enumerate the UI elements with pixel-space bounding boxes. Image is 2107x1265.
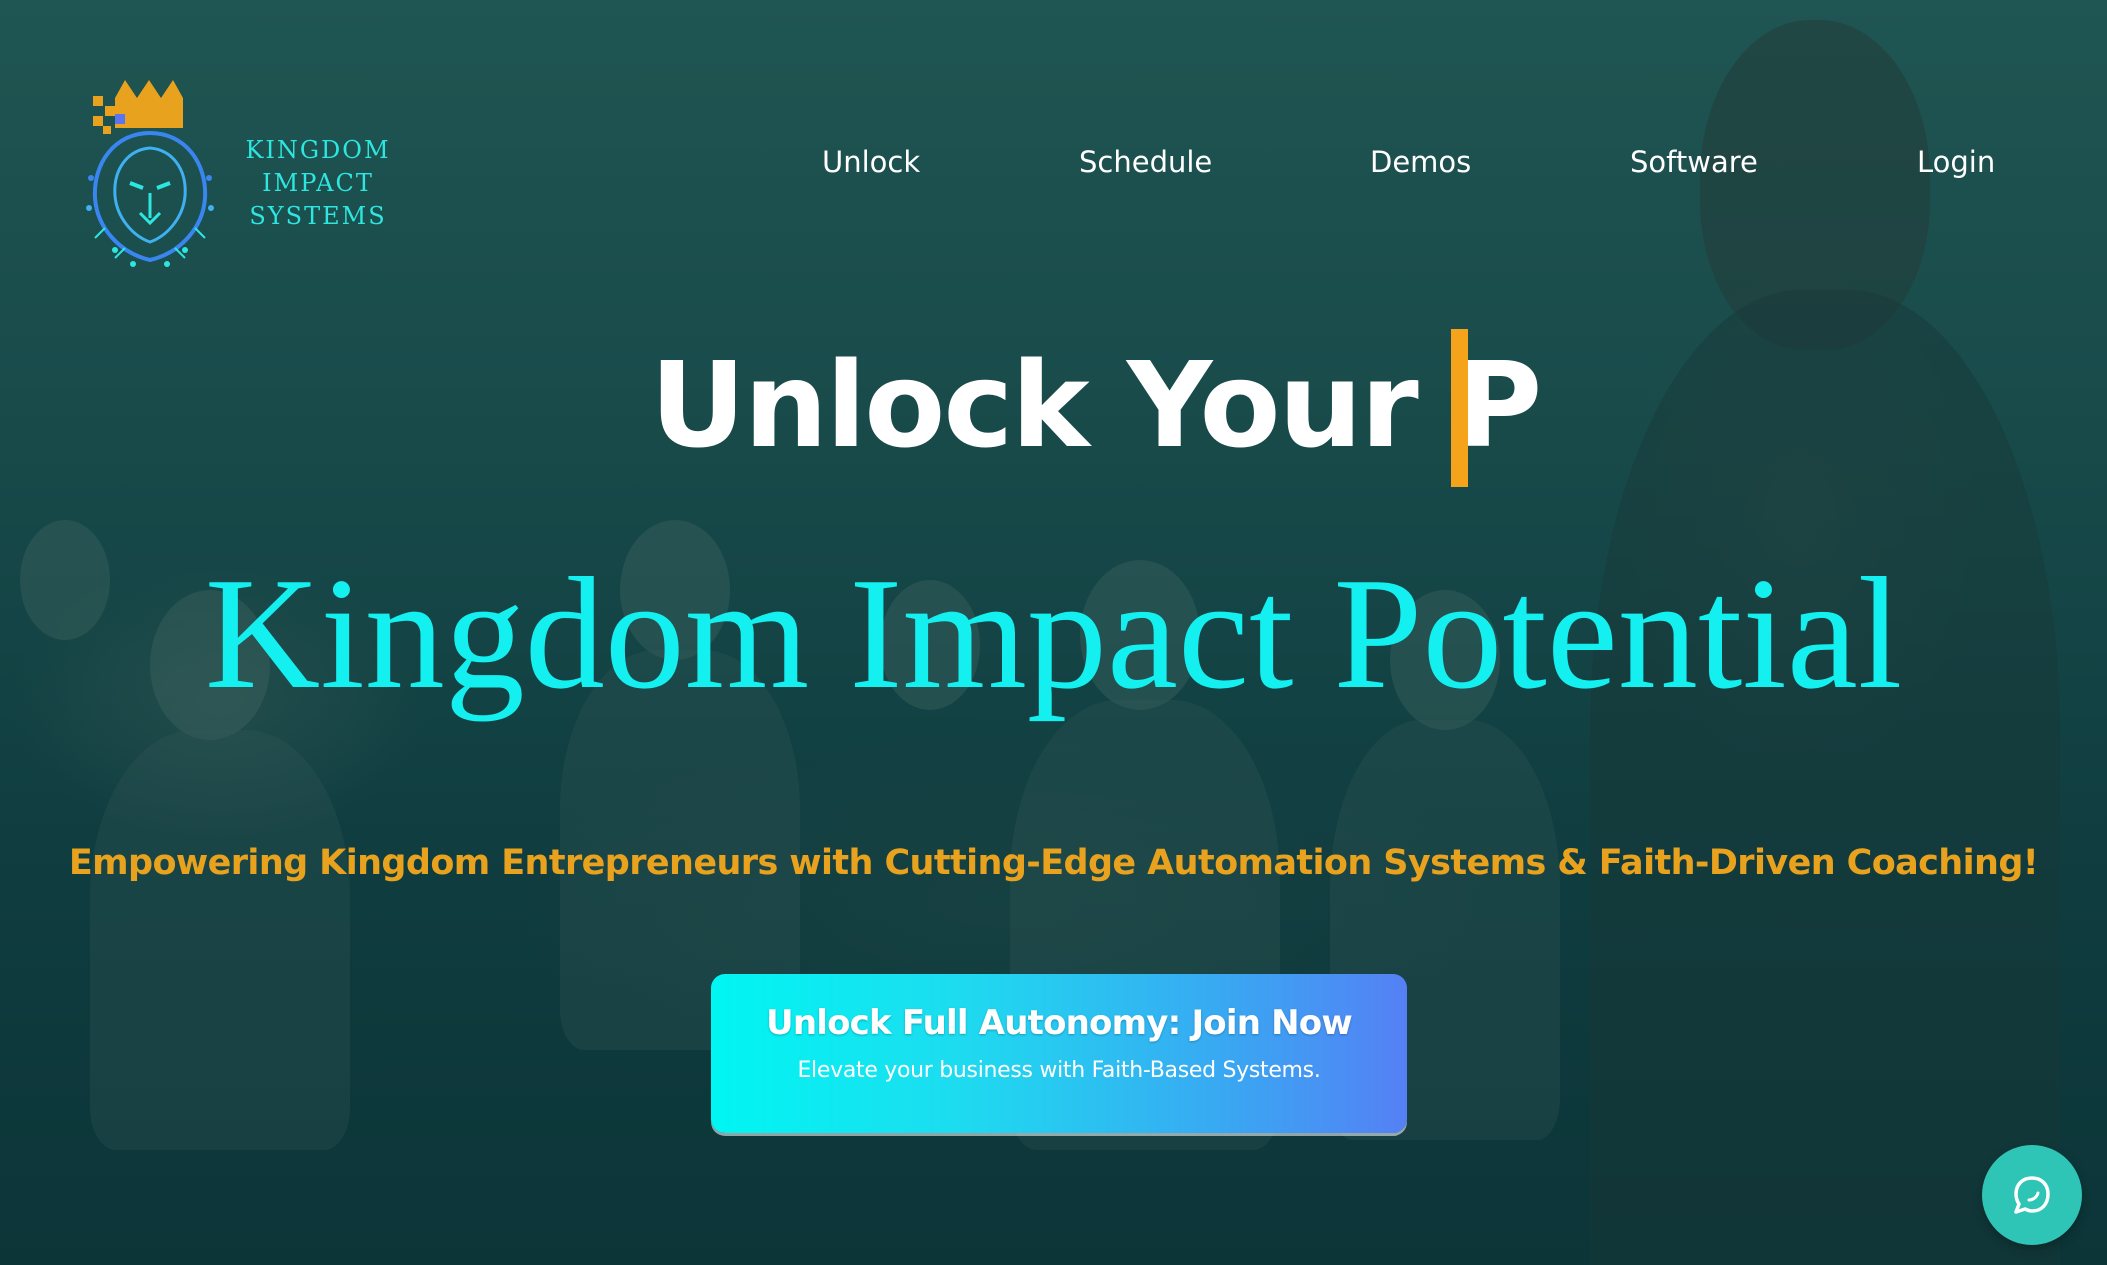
- main-nav: Unlock Schedule Demos Software Login: [0, 140, 2107, 184]
- nav-software[interactable]: Software: [1630, 140, 1758, 184]
- hero-tagline: Empowering Kingdom Entrepreneurs with Cu…: [68, 843, 2039, 883]
- cta-subtitle: Elevate your business with Faith-Based S…: [797, 1058, 1321, 1083]
- typing-cursor: [1451, 329, 1468, 487]
- nav-demos[interactable]: Demos: [1370, 140, 1471, 184]
- cta-title: Unlock Full Autonomy: Join Now: [766, 1003, 1353, 1043]
- typed-headline: Unlock Your P: [650, 336, 1542, 474]
- hero-title: Kingdom Impact Potential: [204, 544, 1903, 722]
- nav-schedule[interactable]: Schedule: [1079, 140, 1212, 184]
- chat-bubble-icon: [2014, 1176, 2050, 1214]
- logo-line-3: SYSTEMS: [249, 202, 387, 230]
- nav-unlock[interactable]: Unlock: [822, 140, 920, 184]
- join-now-button[interactable]: Unlock Full Autonomy: Join Now Elevate y…: [711, 974, 1407, 1133]
- nav-login[interactable]: Login: [1917, 140, 1995, 184]
- chat-widget-button[interactable]: [1982, 1145, 2082, 1245]
